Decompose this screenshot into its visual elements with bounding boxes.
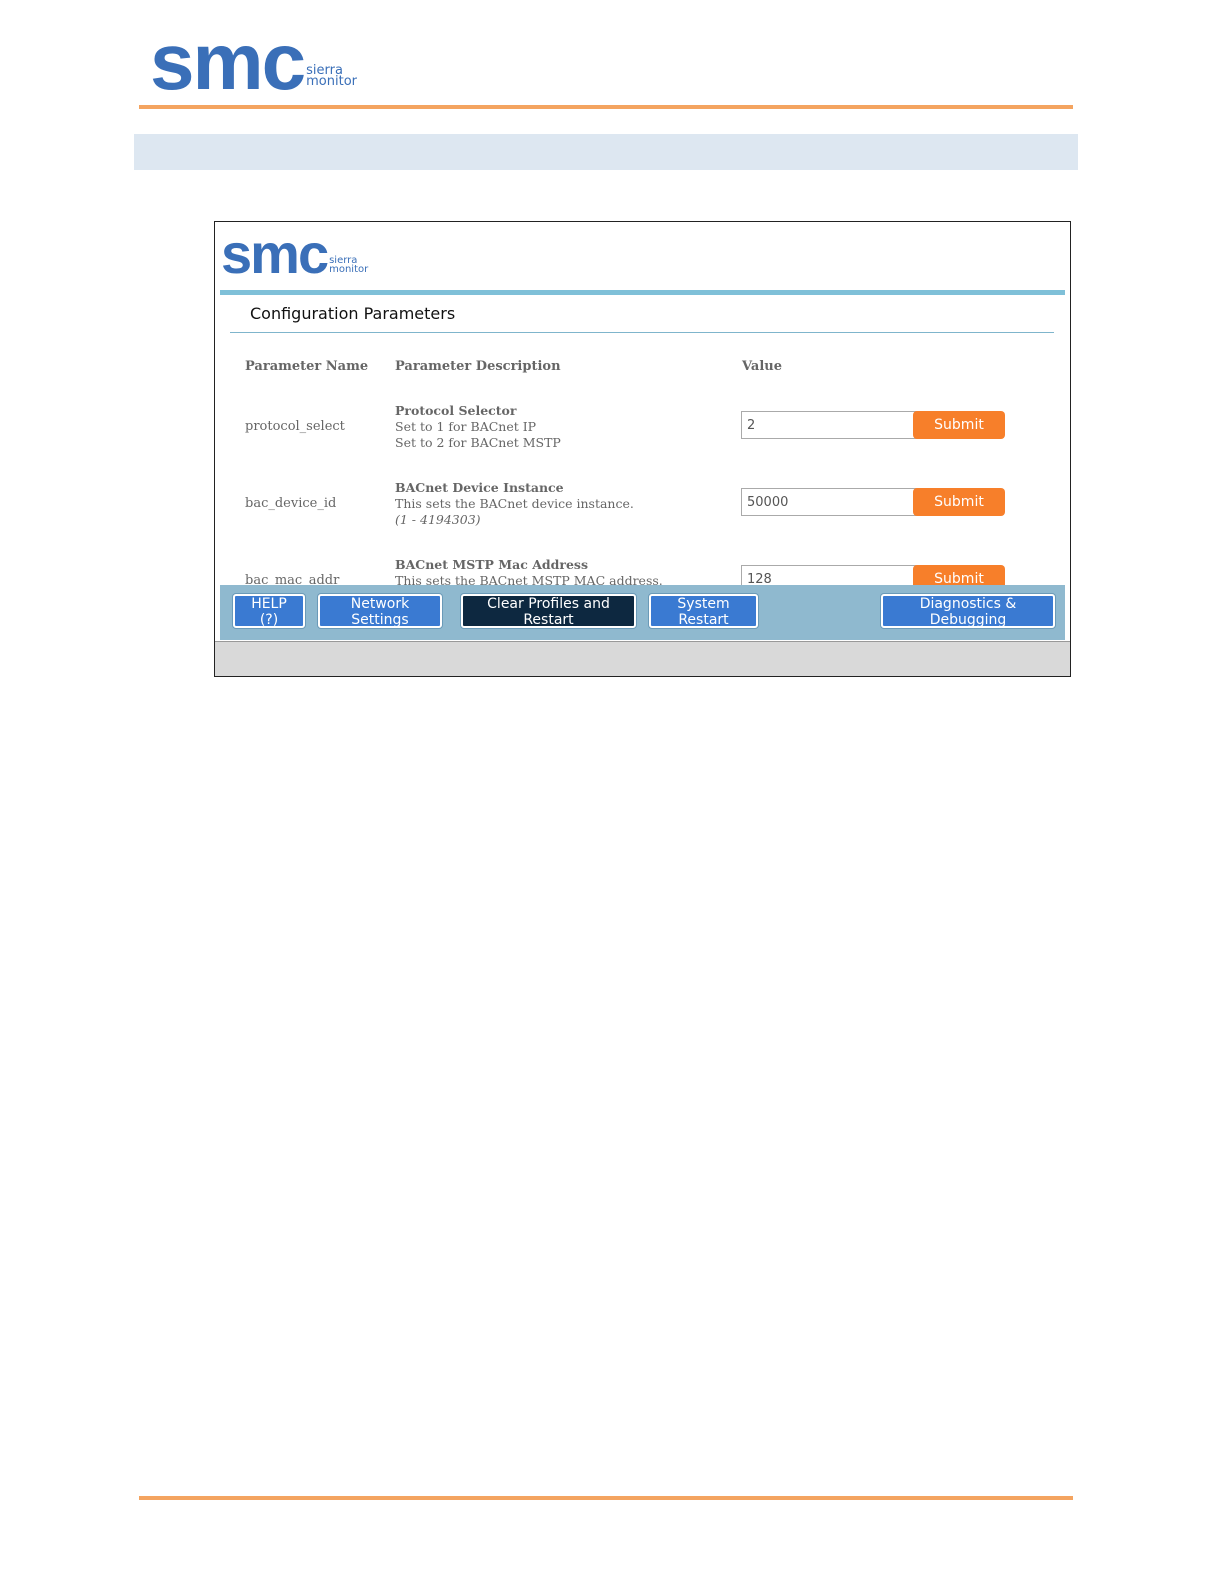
logo-mark: smc	[150, 17, 306, 106]
section-band	[134, 134, 1078, 170]
help-button[interactable]: HELP (?)	[233, 594, 305, 628]
bac-device-id-input[interactable]	[741, 488, 917, 516]
parameter-description: BACnet Device Instance This sets the BAC…	[395, 480, 634, 528]
app-logo-subtitle: sierra monitor	[329, 256, 369, 275]
bac-device-id-submit-button[interactable]: Submit	[913, 488, 1005, 516]
description-line: Set to 2 for BACnet MSTP	[395, 435, 561, 450]
footer-divider	[139, 1496, 1073, 1500]
parameter-range: (1 - 4194303)	[395, 512, 481, 527]
parameter-row-bac-device-id: bac_device_id BACnet Device Instance Thi…	[215, 480, 1070, 560]
document-logo: smc sierra monitor	[150, 22, 357, 102]
app-logo-mark: smc	[221, 222, 329, 285]
bottom-nav-bar: HELP (?) Network Settings Clear Profiles…	[220, 585, 1065, 640]
parameter-title: BACnet MSTP Mac Address	[395, 557, 588, 572]
title-divider	[230, 332, 1054, 333]
app-logo: smc sierra monitor	[221, 226, 369, 282]
parameter-title: BACnet Device Instance	[395, 480, 564, 495]
system-restart-button[interactable]: System Restart	[649, 594, 758, 628]
network-settings-button[interactable]: Network Settings	[318, 594, 442, 628]
parameter-name: bac_device_id	[245, 496, 337, 511]
description-line: Set to 1 for BACnet IP	[395, 419, 537, 434]
parameter-row-protocol-select: protocol_select Protocol Selector Set to…	[215, 403, 1070, 483]
parameter-name: protocol_select	[245, 419, 345, 434]
description-line: This sets the BACnet device instance.	[395, 496, 634, 511]
logo-line-2: monitor	[306, 74, 357, 90]
page-title: Configuration Parameters	[250, 304, 456, 323]
clear-profiles-restart-button[interactable]: Clear Profiles and Restart	[461, 594, 636, 628]
parameter-description: Protocol Selector Set to 1 for BACnet IP…	[395, 403, 561, 451]
parameter-title: Protocol Selector	[395, 403, 517, 418]
column-header-description: Parameter Description	[395, 359, 561, 374]
column-header-name: Parameter Name	[245, 359, 369, 374]
web-ui-screenshot: smc sierra monitor Configuration Paramet…	[214, 221, 1071, 677]
logo-subtitle: sierra monitor	[306, 64, 357, 90]
app-header-bar	[220, 290, 1065, 295]
diagnostics-debugging-button[interactable]: Diagnostics & Debugging	[881, 594, 1055, 628]
column-header-value: Value	[742, 359, 782, 374]
protocol-select-submit-button[interactable]: Submit	[913, 411, 1005, 439]
header-divider	[139, 105, 1073, 109]
app-footer	[215, 641, 1070, 676]
protocol-select-input[interactable]	[741, 411, 917, 439]
app-logo-line-2: monitor	[329, 264, 369, 275]
